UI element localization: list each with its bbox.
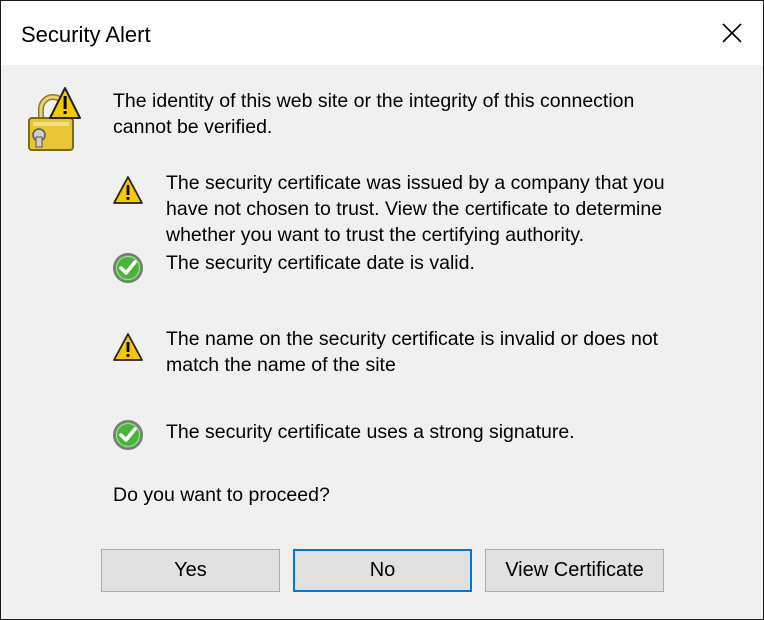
view-certificate-button[interactable]: View Certificate <box>485 549 664 592</box>
warning-icon <box>113 176 143 204</box>
close-icon <box>722 23 742 43</box>
item-1-line-1: The security certificate was issued by a… <box>166 172 665 194</box>
yes-button[interactable]: Yes <box>101 549 280 592</box>
check-icon <box>113 420 143 450</box>
lock-warning-icon <box>28 87 81 151</box>
message-line-2: cannot be verified. <box>113 116 273 138</box>
window-title: Security Alert <box>21 22 151 47</box>
check-icon <box>113 253 143 283</box>
close-button[interactable] <box>701 1 763 65</box>
message-line-1: The identity of this web site or the int… <box>113 90 635 112</box>
item-3-line-2: match the name of the site <box>166 354 396 376</box>
item-4-line-1: The security certificate uses a strong s… <box>166 421 575 443</box>
item-3-line-1: The name on the security certificate is … <box>166 328 659 350</box>
warning-icon <box>113 333 143 361</box>
no-button[interactable]: No <box>293 549 472 592</box>
proceed-question: Do you want to proceed? <box>113 484 330 506</box>
item-1-line-2: have not chosen to trust. View the certi… <box>166 198 663 220</box>
title-bar: Security Alert <box>1 1 763 65</box>
security-alert-dialog: Security Alert The identity of this web … <box>0 0 764 620</box>
item-1-line-3: whether you want to trust the certifying… <box>166 224 585 246</box>
item-2-line-1: The security certificate date is valid. <box>166 252 475 274</box>
